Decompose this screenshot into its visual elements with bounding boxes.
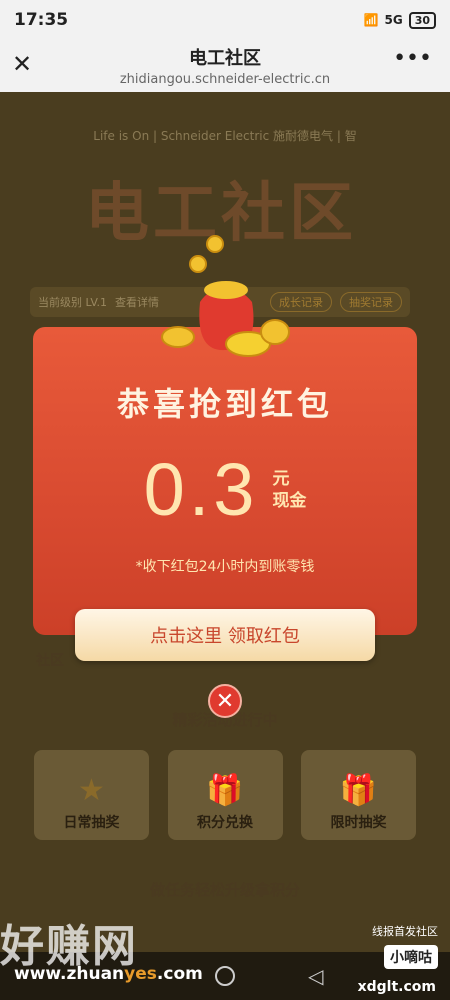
red-packet-popup: 恭喜抢到红包 0.3 元 现金 *收下红包24小时内到账零钱	[33, 327, 417, 635]
points-exchange-card[interactable]: 🎁 积分兑换	[167, 750, 283, 840]
brand-logo: Life is On | Schneider Electric 施耐德电气 | …	[93, 129, 357, 143]
money-bag-icon	[161, 235, 290, 357]
watermark-url-pre: www.zhuan	[14, 964, 125, 984]
amount-row: 0.3 元 现金	[33, 447, 417, 532]
watermark-url-post: .com	[156, 964, 203, 984]
watermark-url: www.zhuanyes.com	[14, 964, 203, 984]
card-label: 限时抽奖	[330, 815, 387, 831]
card-label: 积分兑换	[197, 815, 253, 831]
claim-red-packet-button[interactable]: 点击这里 领取红包	[75, 609, 375, 661]
page-title: 电工社区	[189, 48, 261, 69]
unit-cash: 现金	[272, 490, 307, 511]
report-text: 线报首发社区	[372, 925, 438, 938]
battery-icon: 30	[408, 11, 436, 29]
page-url: zhidiangou.schneider-electric.cn	[119, 72, 331, 87]
watermark-right-url: xdglt.com	[357, 979, 436, 995]
stars-icon: ★	[78, 773, 105, 808]
daily-lottery-card[interactable]: ★ 日常抽奖	[34, 750, 149, 840]
watermark-url-yes: yes	[124, 964, 157, 984]
gift-box-icon: 🎁	[339, 773, 378, 808]
card-label: 日常抽奖	[63, 815, 120, 831]
detail-link[interactable]: 查看详情	[115, 294, 159, 310]
back-nav-icon[interactable]: ◁	[308, 964, 323, 988]
popup-note: *收下红包24小时内到账零钱	[135, 559, 315, 575]
gift-icon: 🎁	[206, 773, 244, 808]
popup-title: 恭喜抢到红包	[116, 385, 333, 423]
amount-unit: 元 现金	[272, 468, 306, 512]
activity-cards: ★ 日常抽奖 🎁 积分兑换 🎁 限时抽奖	[34, 750, 416, 840]
home-nav-icon[interactable]	[215, 966, 235, 986]
status-time: 17:35	[14, 10, 69, 30]
more-options-icon[interactable]: •••	[393, 46, 432, 71]
limited-lottery-card[interactable]: 🎁 限时抽奖	[301, 750, 416, 840]
network-label: 5G	[384, 13, 403, 27]
prize-record-button[interactable]: 抽奖记录	[340, 292, 402, 312]
close-icon[interactable]: ✕	[12, 50, 32, 78]
wifi-icon: 📶	[363, 13, 379, 27]
close-popup-icon[interactable]: ✕	[208, 684, 242, 718]
unit-yuan: 元	[272, 468, 290, 489]
level-text: 当前级别 LV.1	[38, 296, 108, 309]
cash-amount: 0.3	[143, 448, 259, 531]
xiaodigu-badge: 小嘀咕	[384, 945, 438, 969]
title-bar: ✕ 电工社区 zhidiangou.schneider-electric.cn …	[0, 40, 450, 92]
task-section-title: 做任务轻松升级拿积分	[149, 881, 300, 899]
status-bar: 17:35 📶 5G 30	[0, 0, 450, 40]
